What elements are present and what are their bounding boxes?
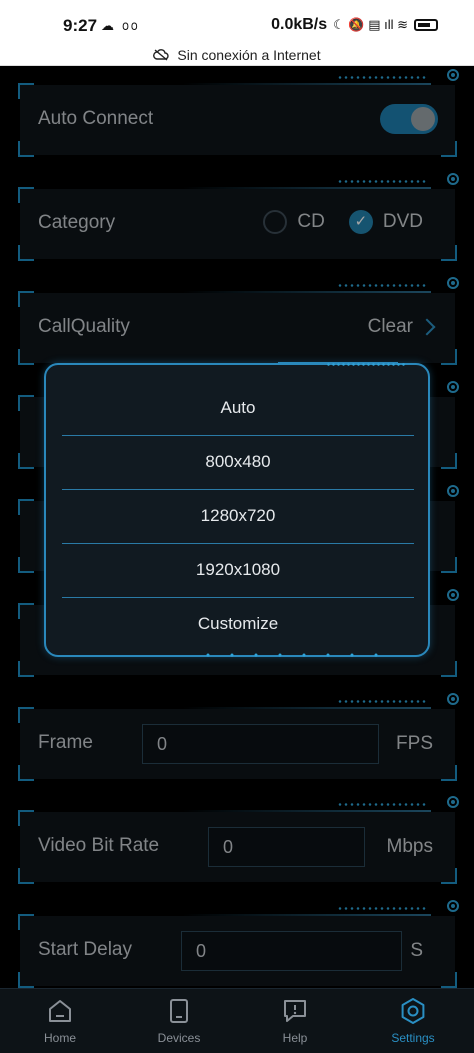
cloud-off-icon (153, 48, 170, 61)
help-chat-icon (284, 1000, 306, 1022)
status-bar: 9:27 ☁ ൦൦ 0.0kB/s ☾ 🔕 ▤ ıll ≋ (0, 0, 474, 44)
nav-help-label: Help (282, 1031, 308, 1045)
offline-banner: Sin conexión a Internet (0, 44, 474, 66)
settings-hex-icon (401, 998, 425, 1024)
option-1280x720[interactable]: 1280x720 (62, 489, 414, 543)
home-icon (49, 1000, 71, 1022)
nav-devices-label: Devices (157, 1031, 201, 1045)
nav-devices[interactable]: Devices (139, 997, 219, 1045)
resolution-dialog: Auto 800x480 1280x720 1920x1080 Customiz… (44, 362, 430, 657)
status-left-icons: ☁ ൦൦ (101, 18, 140, 33)
status-right: 0.0kB/s ☾ 🔕 ▤ ıll ≋ (271, 16, 438, 34)
option-auto[interactable]: Auto (62, 381, 414, 435)
nav-home[interactable]: Home (20, 997, 100, 1045)
network-speed: 0.0kB/s (271, 16, 328, 33)
option-1920x1080[interactable]: 1920x1080 (62, 543, 414, 597)
status-time: 9:27 (63, 16, 98, 35)
nav-settings-label: Settings (391, 1031, 435, 1045)
option-800x480[interactable]: 800x480 (62, 435, 414, 489)
offline-text: Sin conexión a Internet (177, 46, 321, 63)
battery-icon (414, 19, 438, 31)
tablet-icon (170, 999, 188, 1023)
option-customize[interactable]: Customize (62, 597, 414, 651)
status-icons: ☾ 🔕 ▤ ıll ≋ (333, 17, 408, 32)
nav-help[interactable]: Help (255, 997, 335, 1045)
nav-settings[interactable]: Settings (373, 997, 453, 1045)
bottom-nav: Home Devices Help Settings (0, 988, 474, 1053)
nav-home-label: Home (43, 1031, 76, 1045)
